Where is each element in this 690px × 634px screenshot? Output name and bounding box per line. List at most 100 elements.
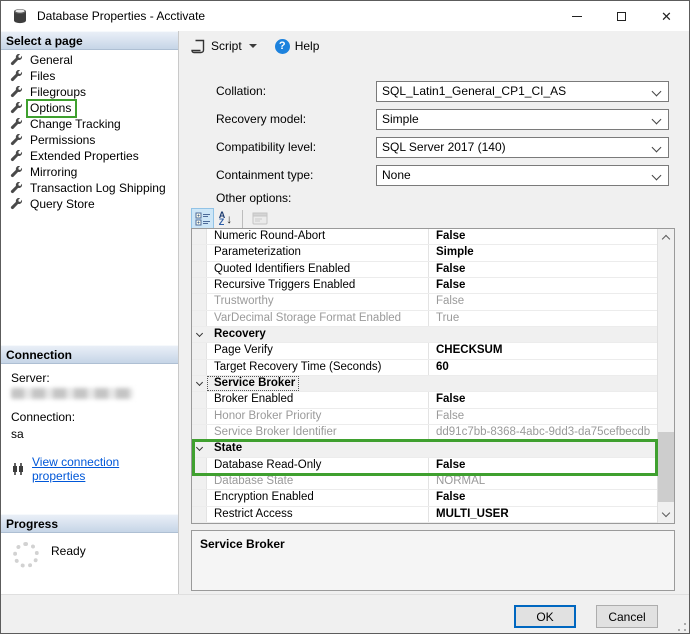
grid-row-database-read-only[interactable]: Database Read-Only False xyxy=(192,457,657,474)
grid-row-numeric-round-abort[interactable]: Numeric Round-Abort False xyxy=(192,229,657,246)
grid-row-vardecimal-storage-format-enabled[interactable]: VarDecimal Storage Format Enabled True xyxy=(192,310,657,327)
compatibility-level-dropdown[interactable]: SQL Server 2017 (140) xyxy=(376,137,669,158)
property-value: dd91c7bb-8368-4abc-9dd3-da75cefbecdb xyxy=(436,425,651,438)
grid-row-encryption-enabled[interactable]: Encryption Enabled False xyxy=(192,490,657,507)
sidebar-item-label: Mirroring xyxy=(30,165,78,179)
property-value[interactable]: False xyxy=(429,262,657,277)
window-controls: ✕ xyxy=(554,1,689,31)
script-icon xyxy=(191,39,205,53)
property-name: Restrict Access xyxy=(207,506,429,522)
wrench-icon xyxy=(10,101,23,115)
grid-row-page-verify[interactable]: Page Verify CHECKSUM xyxy=(192,343,657,360)
maximize-icon xyxy=(617,11,626,21)
property-name: Page Verify xyxy=(207,343,429,359)
property-name: Numeric Round-Abort xyxy=(207,229,429,245)
sidebar-item-permissions[interactable]: Permissions xyxy=(1,132,178,148)
row-gutter xyxy=(192,229,207,245)
grid-row-honor-broker-priority[interactable]: Honor Broker Priority False xyxy=(192,408,657,425)
sidebar-item-label: Filegroups xyxy=(30,85,87,99)
property-name: Database Read-Only xyxy=(207,457,429,473)
property-value[interactable]: 60 xyxy=(429,360,657,375)
property-value[interactable]: False xyxy=(429,490,657,505)
property-name: Target Recovery Time (Seconds) xyxy=(207,359,429,375)
categorized-icon xyxy=(195,212,210,226)
sidebar-item-query-store[interactable]: Query Store xyxy=(1,196,178,212)
options-page: Script ? Help Collation: SQL_Latin1_Gener… xyxy=(179,31,689,594)
property-value: True xyxy=(436,311,460,324)
property-value[interactable]: False xyxy=(429,458,657,473)
description-panel: Service Broker xyxy=(191,530,675,591)
wrench-icon xyxy=(10,197,23,211)
help-button[interactable]: ? Help xyxy=(269,34,326,58)
row-gutter xyxy=(192,506,207,522)
collapse-gutter[interactable] xyxy=(192,376,207,391)
row-gutter xyxy=(192,261,207,277)
minimize-button[interactable] xyxy=(554,1,599,31)
sidebar: Select a page General Files Filegroups Opti… xyxy=(1,31,179,594)
wrench-icon xyxy=(10,133,23,147)
grid-row-target-recovery-time-seconds[interactable]: Target Recovery Time (Seconds) 60 xyxy=(192,359,657,376)
property-value[interactable]: False xyxy=(429,229,657,244)
sidebar-item-mirroring[interactable]: Mirroring xyxy=(1,164,178,180)
grid-row-service-broker-identifier[interactable]: Service Broker Identifier dd91c7bb-8368-4… xyxy=(192,424,657,442)
property-value: NORMAL xyxy=(436,474,486,487)
resize-grip[interactable] xyxy=(678,623,686,631)
property-name: Encryption Enabled xyxy=(207,490,429,506)
connection-properties-icon xyxy=(13,463,23,475)
property-value: False xyxy=(436,409,465,422)
collapse-gutter[interactable] xyxy=(192,441,207,456)
sidebar-item-files[interactable]: Files xyxy=(1,68,178,84)
property-value[interactable]: False xyxy=(429,392,657,407)
grid-row-parameterization[interactable]: Parameterization Simple xyxy=(192,245,657,262)
property-value[interactable]: MULTI_USER xyxy=(429,507,657,522)
view-connection-properties-link[interactable]: View connection properties xyxy=(32,455,172,483)
wrench-icon xyxy=(10,149,23,163)
wrench-icon xyxy=(10,165,23,179)
grid-row-broker-enabled[interactable]: Broker Enabled False xyxy=(192,392,657,409)
grid-row-restrict-access[interactable]: Restrict Access MULTI_USER xyxy=(192,506,657,523)
chevron-down-icon xyxy=(248,44,257,48)
sidebar-item-label: Extended Properties xyxy=(30,149,139,163)
grid-category-state[interactable]: State xyxy=(192,441,657,458)
property-value[interactable]: False xyxy=(429,278,657,293)
collation-dropdown[interactable]: SQL_Latin1_General_CP1_CI_AS xyxy=(376,81,669,102)
row-gutter xyxy=(192,392,207,408)
wrench-icon xyxy=(10,181,23,195)
sidebar-item-general[interactable]: General xyxy=(1,52,178,68)
sidebar-item-transaction-log-shipping[interactable]: Transaction Log Shipping xyxy=(1,180,178,196)
property-name: Parameterization xyxy=(207,245,429,261)
containment-type-dropdown[interactable]: None xyxy=(376,165,669,186)
sidebar-item-extended-properties[interactable]: Extended Properties xyxy=(1,148,178,164)
sidebar-item-label: General xyxy=(30,53,73,67)
property-value[interactable]: Simple xyxy=(429,245,657,260)
close-button[interactable]: ✕ xyxy=(644,1,689,31)
scroll-up-arrow-icon[interactable] xyxy=(658,229,674,246)
grid-row-recursive-triggers-enabled[interactable]: Recursive Triggers Enabled False xyxy=(192,277,657,295)
ok-button[interactable]: OK xyxy=(514,605,576,628)
grid-category-service-broker[interactable]: Service Broker xyxy=(192,375,657,393)
cancel-button[interactable]: Cancel xyxy=(596,605,658,628)
sidebar-item-options[interactable]: Options xyxy=(1,98,178,118)
dropdown-value: None xyxy=(382,168,411,182)
grid-scrollbar[interactable] xyxy=(657,229,674,523)
property-name: Database State xyxy=(207,473,429,490)
scroll-down-arrow-icon[interactable] xyxy=(658,506,674,523)
script-button[interactable]: Script xyxy=(185,34,263,58)
window-title: Database Properties - Acctivate xyxy=(37,9,206,23)
az-sort-icon: AZ ↓ xyxy=(218,210,233,227)
collapse-gutter[interactable] xyxy=(192,327,207,342)
scrollbar-thumb[interactable] xyxy=(658,432,674,502)
recovery-model-dropdown[interactable]: Simple xyxy=(376,109,669,130)
grid-row-database-state[interactable]: Database State NORMAL xyxy=(192,473,657,491)
property-name: Honor Broker Priority xyxy=(207,408,429,424)
sidebar-item-label: Options xyxy=(26,98,78,118)
grid-category-recovery[interactable]: Recovery xyxy=(192,326,657,344)
category-name: Recovery xyxy=(214,327,266,340)
property-value[interactable]: CHECKSUM xyxy=(429,343,657,358)
progress-header: Progress xyxy=(1,514,178,533)
sidebar-item-change-tracking[interactable]: Change Tracking xyxy=(1,116,178,132)
grid-row-quoted-identifiers-enabled[interactable]: Quoted Identifiers Enabled False xyxy=(192,261,657,278)
property-grid: Numeric Round-Abort False Parameterization… xyxy=(191,228,675,524)
grid-row-trustworthy[interactable]: Trustworthy False xyxy=(192,294,657,311)
maximize-button[interactable] xyxy=(599,1,644,31)
